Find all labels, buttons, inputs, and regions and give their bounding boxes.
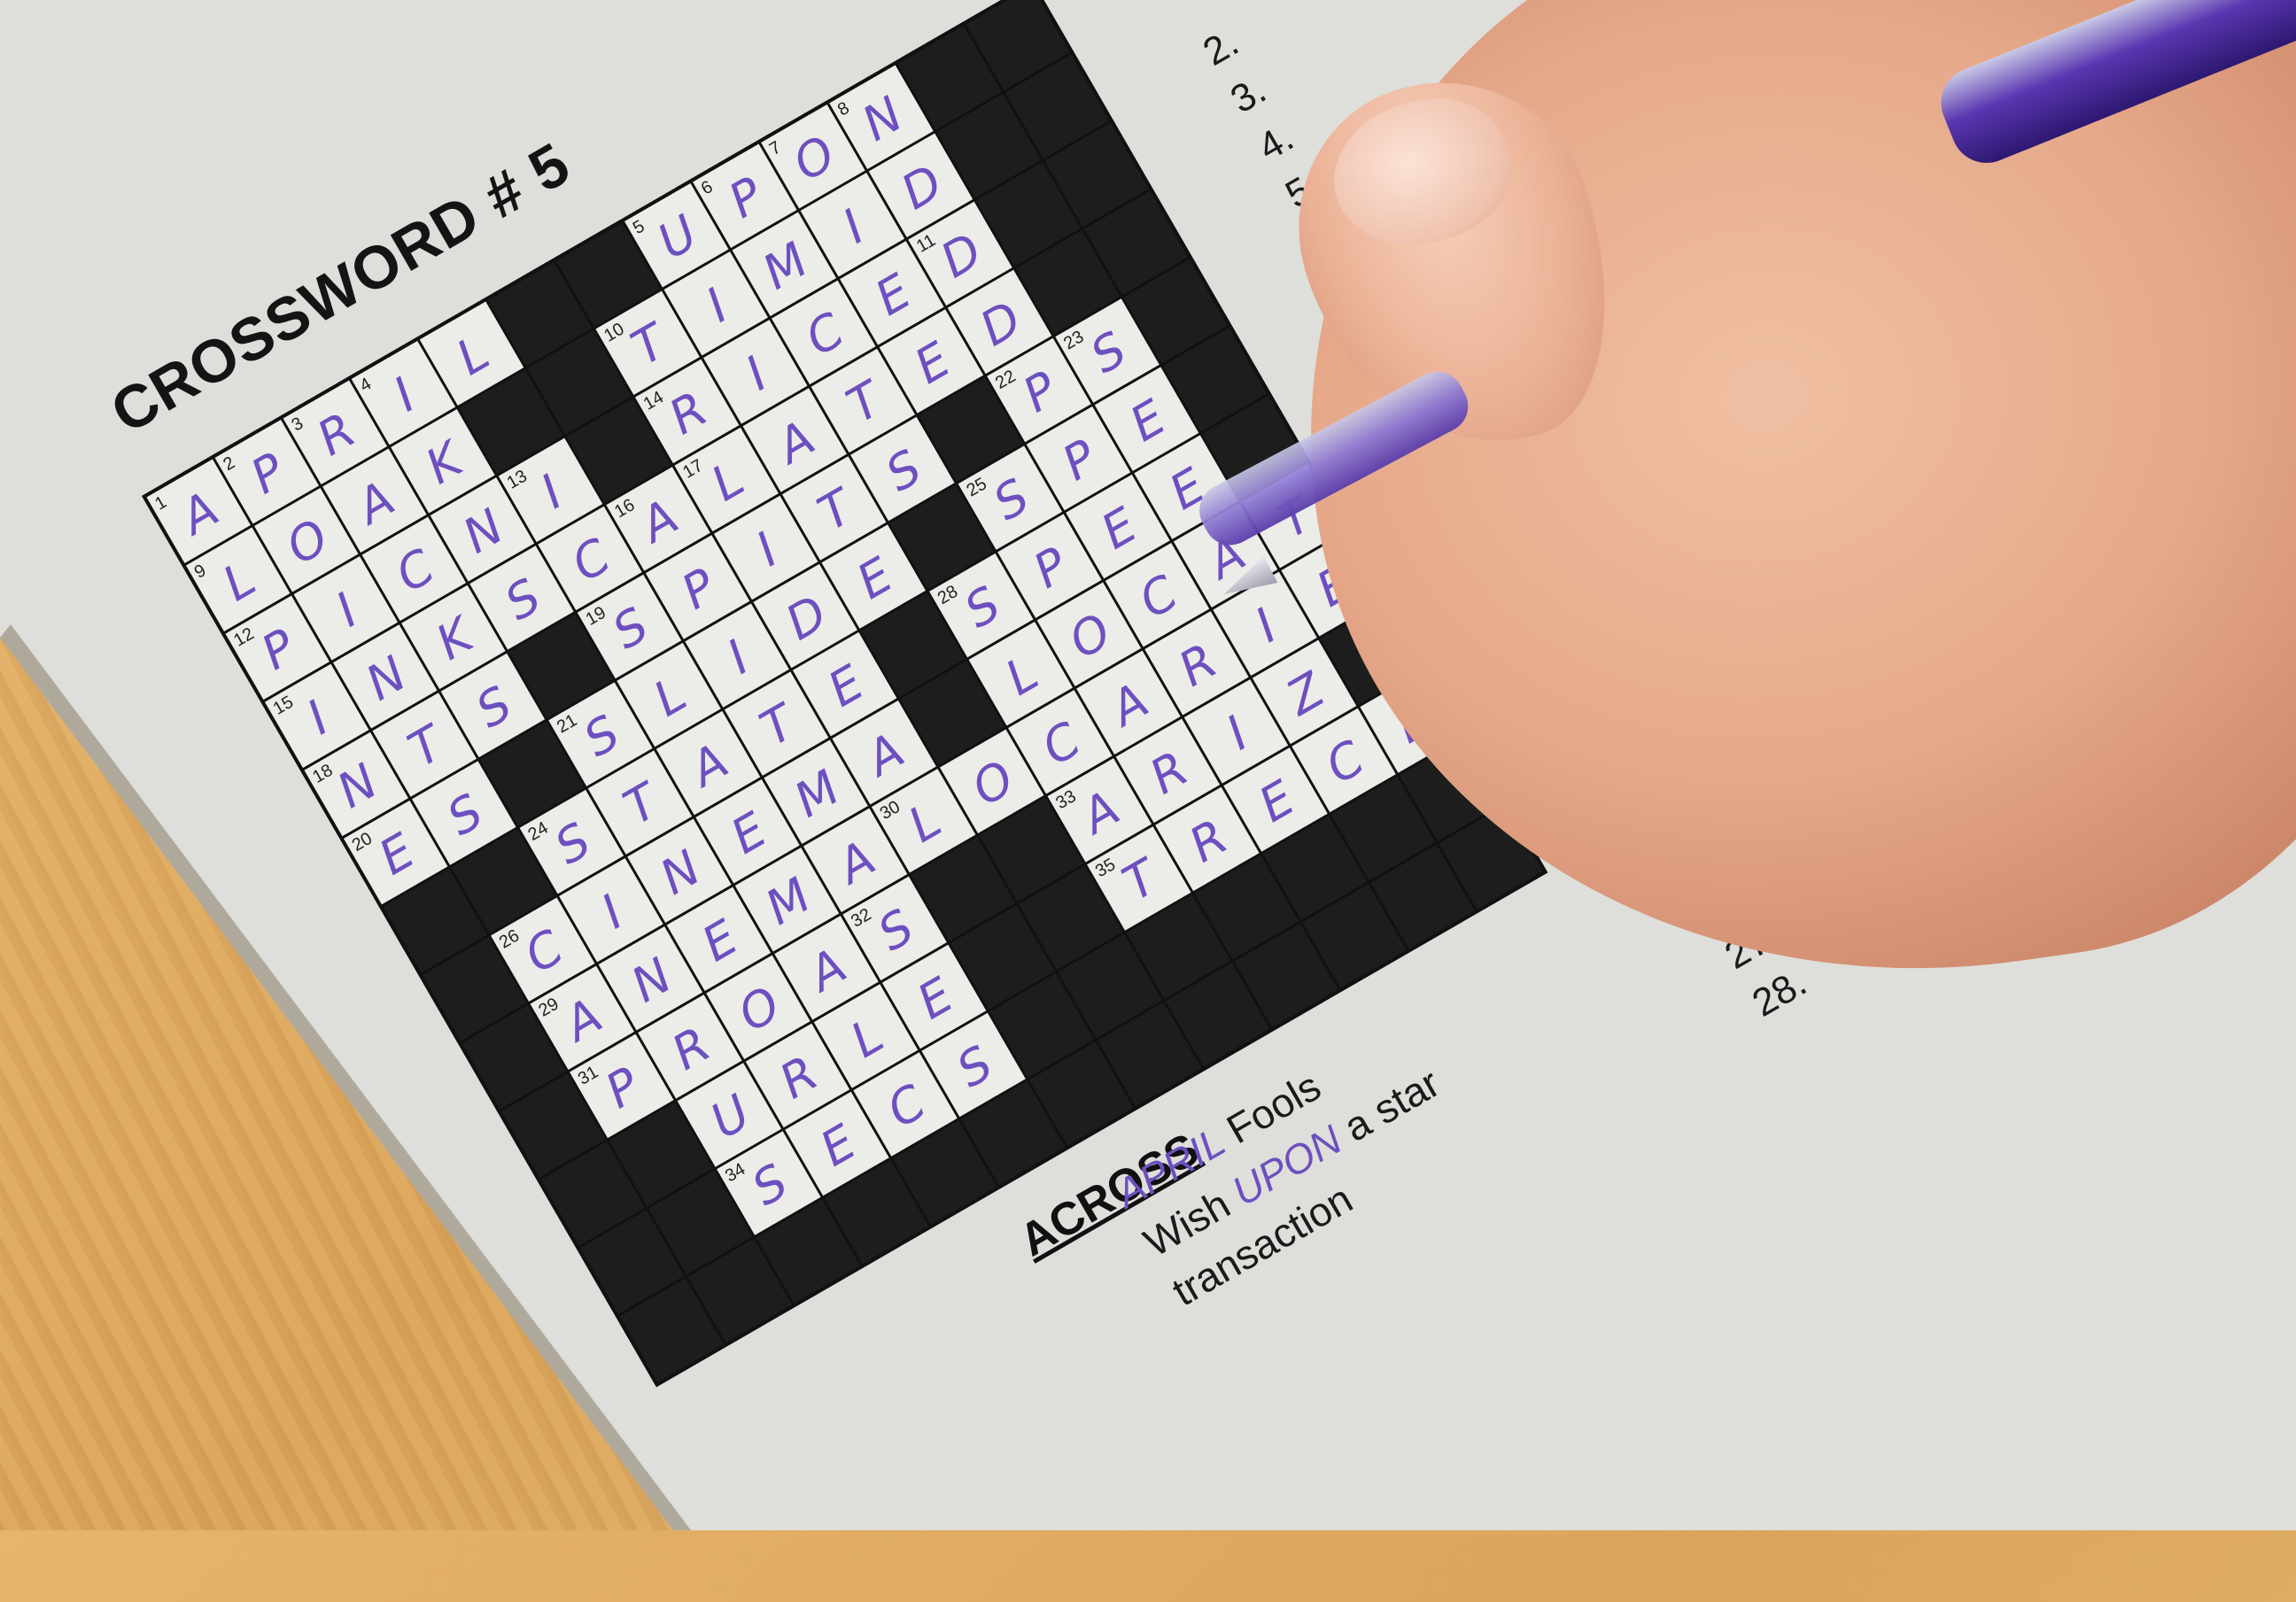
crossword-page: CROSSWORD # 5 1 A 2 P 3 R 4 I L 5 U 6 P 7 O 8 N 9 L O A K 10 T I…	[100, 0, 1878, 1388]
